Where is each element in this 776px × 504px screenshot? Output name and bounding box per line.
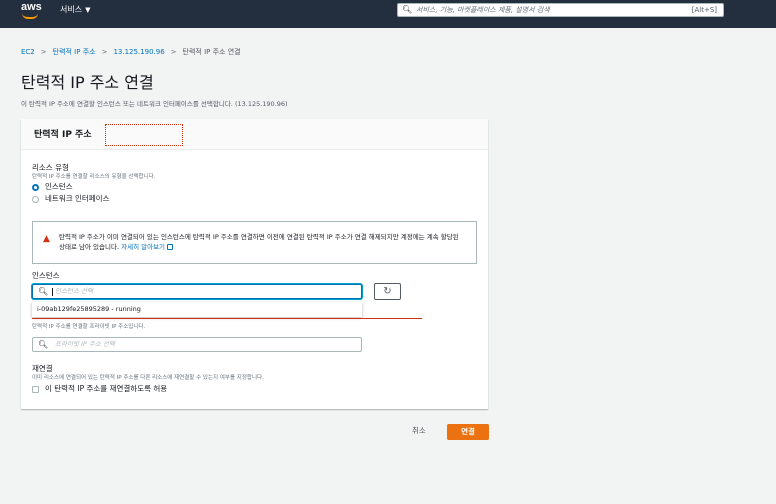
warning-icon: ▲ <box>43 234 50 244</box>
search-icon: 🔍︎ <box>38 287 49 296</box>
radio-network-interface-label[interactable]: 네트워크 인터페이스 <box>45 194 109 204</box>
breadcrumb-elastic-ips[interactable]: 탄력적 IP 주소 <box>53 48 96 56</box>
association-form-panel: 탄력적 IP 주소 리소스 유형 탄력적 IP 주소를 연결할 리소스의 유형을… <box>21 119 488 409</box>
services-menu-label: 서비스 <box>60 5 83 14</box>
breadcrumb-separator-icon: > <box>170 48 177 56</box>
resource-type-description: 탄력적 IP 주소를 연결할 리소스의 유형을 선택합니다. <box>32 174 156 180</box>
global-search-placeholder: 서비스, 기능, 마켓플레이스 제품, 설명서 검색 <box>416 6 550 14</box>
radio-instance[interactable] <box>32 184 39 191</box>
top-navigation-bar: aws 서비스 ▼ 🔍︎ 서비스, 기능, 마켓플레이스 제품, 설명서 검색 [… <box>0 0 776 28</box>
instance-dropdown: i-09ab129fe25895289 - running <box>32 302 362 317</box>
services-menu-button[interactable]: 서비스 ▼ <box>60 4 90 16</box>
global-search-input[interactable]: 🔍︎ 서비스, 기능, 마켓플레이스 제품, 설명서 검색 [Alt+S] <box>397 3 724 17</box>
panel-header: 탄력적 IP 주소 <box>21 119 488 150</box>
private-ip-search-input[interactable]: 🔍︎ 프라이빗 IP 주소 선택 <box>32 337 362 352</box>
instance-placeholder: 인스턴스 선택 <box>55 287 93 295</box>
search-icon: 🔍︎ <box>38 340 49 349</box>
warning-alert: ▲ 탄력적 IP 주소가 이미 연결되어 있는 인스턴스에 탄력적 IP 주소를… <box>32 221 477 264</box>
breadcrumb-separator-icon: > <box>101 48 108 56</box>
refresh-icon: ↻ <box>383 286 392 297</box>
panel-title: 탄력적 IP 주소 <box>34 130 92 140</box>
breadcrumb-ip-address[interactable]: 13.125.190.96 <box>113 48 164 56</box>
cancel-button[interactable]: 취소 <box>412 425 426 437</box>
resource-type-label: 리소스 유형 <box>32 163 69 172</box>
page-description: 이 탄력적 IP 주소에 연결할 인스턴스 또는 네트워크 인터페이스를 선택합… <box>21 100 288 108</box>
search-shortcut-hint: [Alt+S] <box>691 6 717 14</box>
private-ip-description: 탄력적 IP 주소를 연결할 프라이빗 IP 주소입니다. <box>32 324 146 330</box>
warning-message: 탄력적 IP 주소가 이미 연결되어 있는 인스턴스에 탄력적 IP 주소를 연… <box>59 232 459 252</box>
caret-down-icon: ▼ <box>85 6 91 14</box>
annotation-highlight-box <box>105 124 183 146</box>
external-link-icon <box>167 244 174 250</box>
instance-option[interactable]: i-09ab129fe25895289 - running <box>37 302 141 317</box>
breadcrumb: EC2 > 탄력적 IP 주소 >13.125.190.96 > 탄력적 IP 주소 연결 <box>21 47 241 57</box>
refresh-button[interactable]: ↻ <box>374 283 401 300</box>
breadcrumb-separator-icon: > <box>40 48 47 56</box>
associate-button[interactable]: 연결 <box>447 424 489 440</box>
reassociate-checkbox-label[interactable]: 이 탄력적 IP 주소를 재연결하도록 허용 <box>45 384 167 394</box>
aws-logo-smile-icon <box>22 13 38 19</box>
aws-logo[interactable]: aws <box>21 1 42 13</box>
page-title: 탄력적 IP 주소 연결 <box>21 73 154 92</box>
annotation-underline <box>32 318 422 319</box>
instance-label: 인스턴스 <box>32 271 60 280</box>
instance-search-input[interactable]: 🔍︎ 인스턴스 선택 <box>32 284 362 299</box>
breadcrumb-current: 탄력적 IP 주소 연결 <box>182 48 241 56</box>
text-cursor <box>52 288 53 296</box>
reassociate-description: 이미 리소스에 연결되어 있는 탄력적 IP 주소를 다른 리소스에 재연결할 … <box>32 375 264 381</box>
reassociate-checkbox[interactable] <box>32 386 39 393</box>
reassociate-label: 재연결 <box>32 364 53 373</box>
warning-message-text: 탄력적 IP 주소가 이미 연결되어 있는 인스턴스에 탄력적 IP 주소를 연… <box>59 233 459 251</box>
radio-instance-label[interactable]: 인스턴스 <box>45 182 73 192</box>
private-ip-placeholder: 프라이빗 IP 주소 선택 <box>55 340 115 348</box>
search-icon: 🔍︎ <box>402 5 413 14</box>
breadcrumb-ec2[interactable]: EC2 <box>21 48 35 56</box>
learn-more-link[interactable]: 자세히 알아보기 <box>121 243 165 251</box>
radio-network-interface[interactable] <box>32 196 39 203</box>
